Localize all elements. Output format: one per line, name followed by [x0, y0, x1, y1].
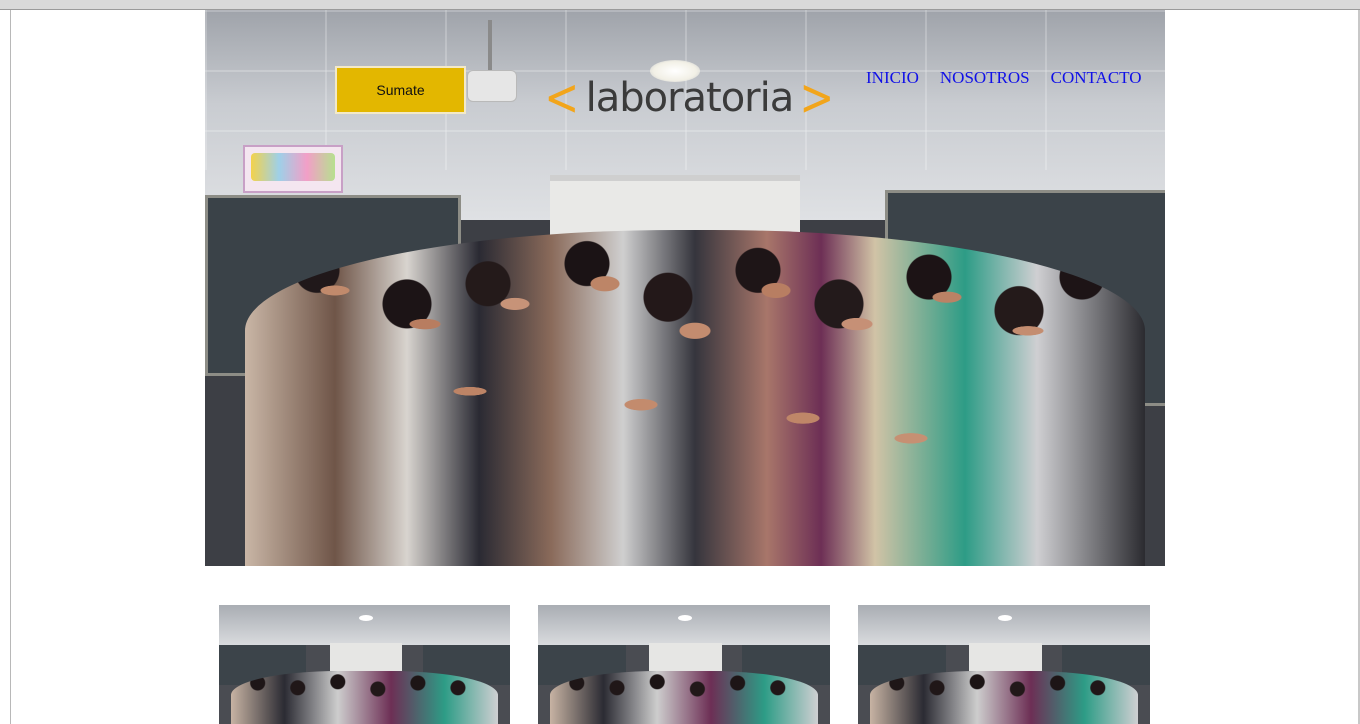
laboratoria-logo[interactable]: < laboratoria > [540, 68, 834, 128]
join-button[interactable]: Sumate [335, 66, 466, 114]
thumbnail-photo-1[interactable] [219, 605, 510, 724]
thumbnail-photo-3[interactable] [858, 605, 1150, 724]
browser-top-strip [0, 0, 1360, 10]
nav-link-nosotros[interactable]: NOSOTROS [940, 68, 1030, 88]
hero-projector-pole [488, 20, 492, 72]
hero-projector [467, 70, 517, 102]
main-nav: INICIO NOSOTROS CONTACTO [866, 68, 1142, 88]
logo-open-bracket: < [544, 68, 580, 128]
logo-wordmark: laboratoria [585, 75, 795, 121]
hero-wall-sign [243, 145, 343, 193]
nav-link-inicio[interactable]: INICIO [866, 68, 919, 88]
thumbnail-photo-2[interactable] [538, 605, 830, 724]
nav-link-contacto[interactable]: CONTACTO [1051, 68, 1142, 88]
hero-faces [245, 230, 1145, 566]
left-border [10, 10, 11, 724]
logo-close-bracket: > [799, 68, 835, 128]
